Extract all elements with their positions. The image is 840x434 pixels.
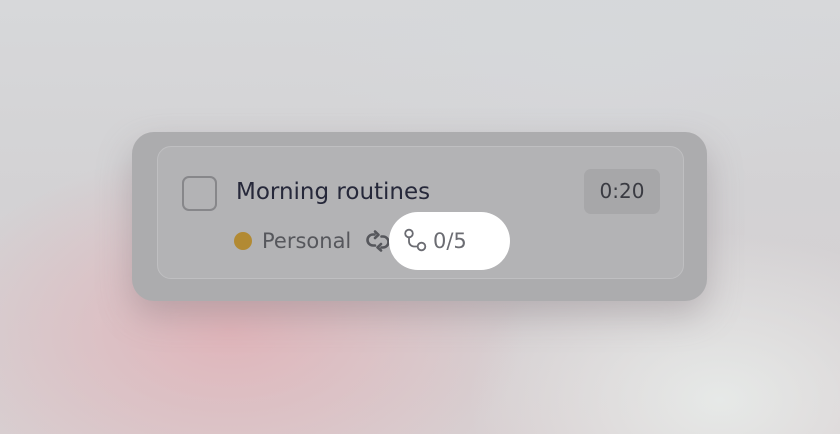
repeat-icon (365, 229, 391, 253)
subtasks-progress: 0/5 (433, 229, 467, 253)
subtasks-icon (403, 228, 429, 254)
duration-badge[interactable]: 0:20 (584, 169, 660, 214)
subtasks-button[interactable]: 0/5 (389, 212, 510, 270)
tag-label[interactable]: Personal (262, 224, 351, 258)
task-title[interactable]: Morning routines (236, 176, 430, 208)
tag-color-dot (234, 232, 252, 250)
task-complete-checkbox[interactable] (182, 176, 217, 211)
